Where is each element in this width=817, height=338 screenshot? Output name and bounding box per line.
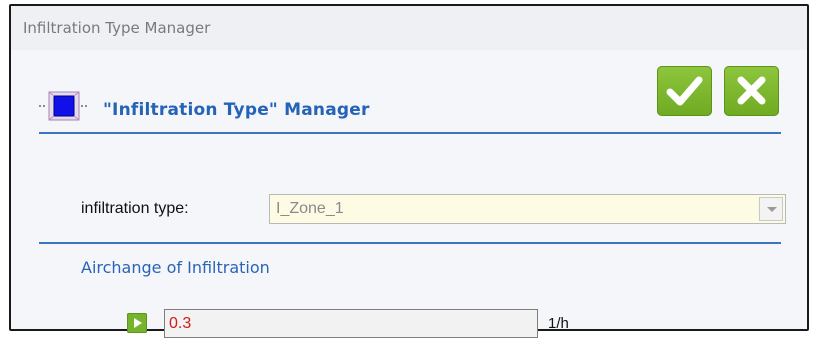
- chevron-down-icon: [767, 207, 777, 212]
- infiltration-type-selected-value: I_Zone_1: [276, 200, 344, 217]
- ok-button[interactable]: [657, 66, 712, 116]
- section-divider: [39, 242, 781, 244]
- header-divider: [39, 132, 781, 134]
- title-bar[interactable]: Infiltration Type Manager: [11, 6, 807, 50]
- play-button[interactable]: [127, 313, 147, 333]
- infiltration-type-label: infiltration type:: [81, 200, 189, 217]
- selected-object-icon: [37, 89, 97, 123]
- infiltration-type-dropdown[interactable]: I_Zone_1: [269, 194, 786, 224]
- dialog-panel: "Infiltration Type" Manager infiltration…: [11, 50, 807, 338]
- airchange-unit-label: 1/h: [548, 315, 569, 332]
- checkmark-icon: [666, 76, 703, 106]
- play-icon: [134, 318, 142, 328]
- close-x-icon: [737, 76, 766, 105]
- airchange-value-input[interactable]: [164, 309, 538, 338]
- dropdown-arrow-button[interactable]: [759, 197, 783, 221]
- cancel-button[interactable]: [724, 66, 779, 116]
- dialog-header-title: "Infiltration Type" Manager: [103, 100, 370, 120]
- window-title: Infiltration Type Manager: [23, 19, 211, 37]
- airchange-section-title: Airchange of Infiltration: [81, 258, 270, 277]
- infiltration-type-manager-window: Infiltration Type Manager "Infiltration …: [9, 4, 809, 338]
